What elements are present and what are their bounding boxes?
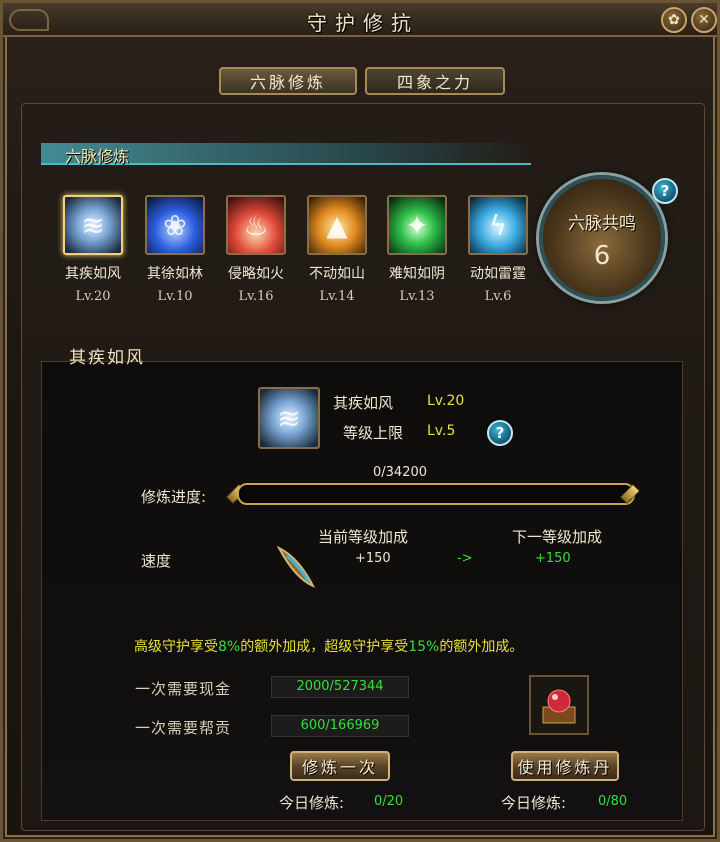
vein-wind[interactable]: ≋ 其疾如风 Lv.20 [53,195,133,304]
detail-help-button[interactable]: ? [487,420,513,446]
title-bar[interactable]: 守护修抗 ✿ ✕ [3,3,717,37]
cost-money-label: 一次需要现金 [135,680,232,698]
thunder-icon[interactable]: ϟ [468,195,528,255]
vein-level: Lv.14 [319,289,355,304]
detail-skill-name: 其疾如风 [333,394,394,412]
bonus-note-text: 高级守护享受 [134,639,218,655]
resonance-value: 6 [593,241,611,271]
lotus-icon[interactable]: ❀ [145,195,205,255]
vein-level: Lv.6 [484,289,512,304]
bonus-pct-advanced: 8% [218,639,241,655]
vein-fire[interactable]: ♨ 侵略如火 Lv.16 [216,195,296,304]
vein-level: Lv.20 [75,289,111,304]
resonance-medallion[interactable]: 六脉共鸣 6 [539,175,665,301]
tab-six-veins[interactable]: 六脉修炼 [219,67,357,95]
cultivation-window: 守护修抗 ✿ ✕ 六脉修炼 四象之力 六脉修炼 ≋ 其疾如风 Lv.20 ❀ 其… [0,0,720,842]
window-title: 守护修抗 [307,11,419,35]
tab-four-symbols[interactable]: 四象之力 [365,67,505,95]
training-pill-icon [542,689,576,724]
resonance-label: 六脉共鸣 [568,214,636,234]
question-icon: ? [660,182,670,200]
speed-feather-icon [276,545,316,589]
daily-pill-value: 0/80 [598,794,628,809]
vein-level: Lv.10 [157,289,193,304]
vein-name: 难知如阴 [389,266,445,282]
bonus-note-text: 的额外加成，超级守护享受 [240,639,409,655]
train-once-button[interactable]: 修炼一次 [290,751,390,781]
cost-money-value: 2000/527344 [271,676,409,698]
vein-name: 不动如山 [309,266,365,282]
stat-label: 速度 [141,552,172,570]
current-bonus-value: +150 [355,551,391,566]
bonus-arrow: -> [457,551,473,566]
question-icon: ? [495,424,505,442]
section-title: 六脉修炼 [65,147,130,166]
use-pill-button[interactable]: 使用修炼丹 [511,751,619,781]
pill-item-slot[interactable] [529,675,589,735]
wind-icon: ≋ [258,387,320,449]
vein-level: Lv.16 [238,289,274,304]
progress-bar [237,483,635,505]
next-bonus-header: 下一等级加成 [512,528,603,546]
level-cap-label: 等级上限 [343,424,404,442]
progress-text: 0/34200 [373,465,428,480]
daily-pill-label: 今日修炼: [501,794,567,812]
vein-name: 其徐如林 [147,266,203,282]
wind-icon[interactable]: ≋ [63,195,123,255]
close-button[interactable]: ✕ [691,7,717,33]
settings-button[interactable]: ✿ [661,7,687,33]
current-bonus-header: 当前等级加成 [318,528,409,546]
vein-forest[interactable]: ❀ 其徐如林 Lv.10 [135,195,215,304]
level-cap-value: Lv.5 [427,423,456,439]
shadow-icon[interactable]: ✦ [387,195,447,255]
mountain-icon[interactable]: ▲ [307,195,367,255]
vein-shadow[interactable]: ✦ 难知如阴 Lv.13 [377,195,457,304]
close-icon: ✕ [698,12,710,28]
vein-name: 侵略如火 [228,266,284,282]
vein-name: 其疾如风 [65,266,121,282]
resonance-help-button[interactable]: ? [652,178,678,204]
bonus-note-text: 的额外加成。 [439,639,524,655]
bonus-note: 高级守护享受8%的额外加成，超级守护享受15%的额外加成。 [134,636,523,656]
vein-thunder[interactable]: ϟ 动如雷霆 Lv.6 [458,195,538,304]
cost-guild-value: 600/166969 [271,715,409,737]
progress-label: 修炼进度: [141,488,207,506]
daily-train-label: 今日修炼: [279,794,345,812]
vein-name: 动如雷霆 [470,266,526,282]
vein-mountain[interactable]: ▲ 不动如山 Lv.14 [297,195,377,304]
daily-train-value: 0/20 [374,794,404,809]
cost-guild-label: 一次需要帮贡 [135,719,232,737]
fire-icon[interactable]: ♨ [226,195,286,255]
next-bonus-value: +150 [535,551,571,566]
bonus-pct-super: 15% [408,639,440,655]
detail-title: 其疾如风 [69,348,145,368]
swirl-icon: ✿ [668,12,680,28]
detail-skill-level: Lv.20 [427,393,465,409]
vein-level: Lv.13 [399,289,435,304]
